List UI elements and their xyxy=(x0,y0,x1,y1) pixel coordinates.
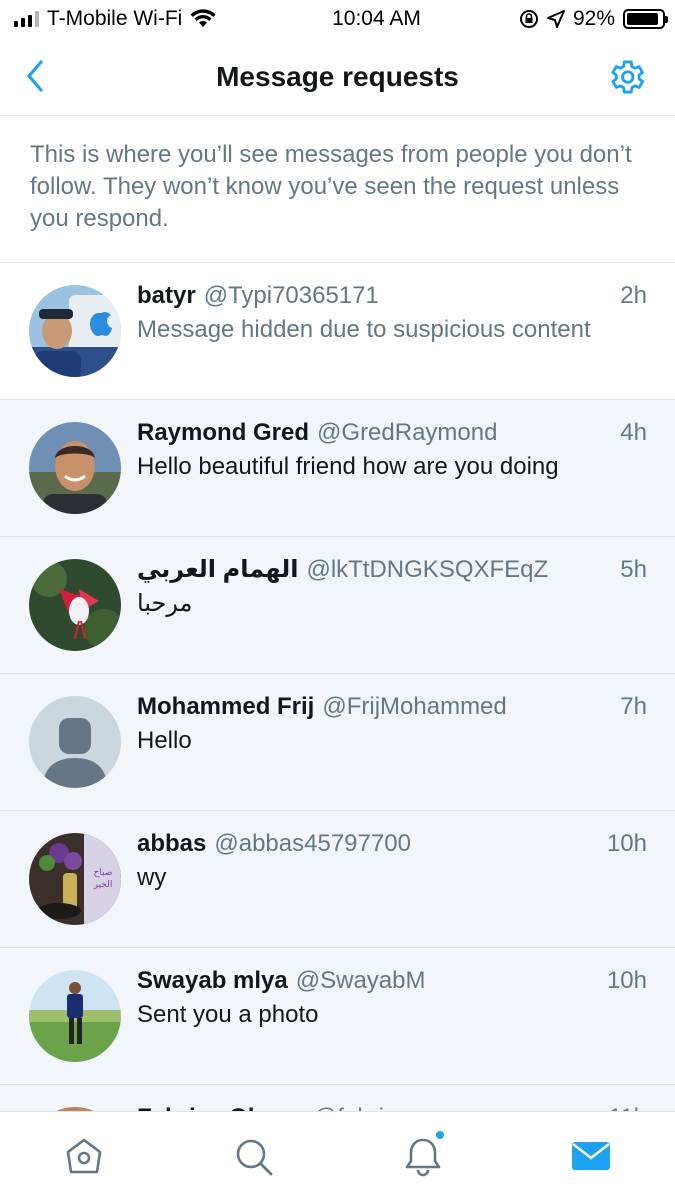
tab-messages[interactable] xyxy=(569,1134,613,1178)
message-preview: Hello xyxy=(137,727,192,754)
messages-icon xyxy=(572,1142,610,1170)
avatar xyxy=(29,696,121,788)
default-profile-icon xyxy=(29,696,121,788)
svg-text:صباح: صباح xyxy=(94,867,113,877)
message-preview: Message hidden due to suspicious content xyxy=(137,316,591,343)
sender-handle: @lkTtDNGKSQXFEqZ xyxy=(306,556,549,583)
battery-icon xyxy=(623,9,668,29)
message-preview: Sent you a photo xyxy=(137,1001,319,1028)
list-item[interactable]: الهمام العربي @lkTtDNGKSQXFEqZ 5h مرحبا xyxy=(0,537,675,674)
svg-text:الخير: الخير xyxy=(93,879,113,889)
tab-notifications[interactable] xyxy=(401,1130,445,1178)
location-arrow-icon xyxy=(546,10,565,28)
status-bar: T-Mobile Wi-Fi 10:04 AM 92% xyxy=(0,0,675,38)
sender-name: batyr xyxy=(137,282,196,309)
tab-bar xyxy=(0,1111,675,1200)
carrier-label: T-Mobile Wi-Fi xyxy=(47,7,183,30)
tab-search[interactable] xyxy=(231,1134,275,1178)
notification-badge xyxy=(435,1130,445,1140)
timestamp: 10h xyxy=(606,830,647,857)
timestamp: 2h xyxy=(620,282,647,309)
page-title: Message requests xyxy=(216,60,459,92)
list-item[interactable]: Swayab mlya @SwayabM 10h Sent you a phot… xyxy=(0,948,675,1085)
sender-handle: @SwayabM xyxy=(295,967,426,994)
message-preview: wy xyxy=(137,864,167,891)
navigation-header: Message requests xyxy=(0,38,675,116)
sender-name: Mohammed Frij xyxy=(137,693,315,720)
message-preview: Hello beautiful friend how are you doing xyxy=(137,453,559,480)
message-preview: مرحبا xyxy=(137,590,193,617)
sender-name: Raymond Gred xyxy=(137,419,310,446)
gear-icon xyxy=(611,60,645,94)
avatar xyxy=(29,422,121,514)
timestamp: 5h xyxy=(620,556,647,583)
list-item[interactable]: صباح الخير abbas @abbas45797700 10h wy xyxy=(0,811,675,948)
wifi-icon xyxy=(190,9,216,27)
notifications-icon xyxy=(405,1138,441,1177)
battery-percent: 92% xyxy=(572,7,615,30)
avatar xyxy=(29,285,121,377)
sender-handle: @GredRaymond xyxy=(317,419,498,446)
list-item[interactable]: Mohammed Frij @FrijMohammed 7h Hello xyxy=(0,674,675,811)
sender-handle: @Typi70365171 xyxy=(203,282,379,309)
sender-name: Swayab mlya xyxy=(137,967,288,994)
clock: 10:04 AM xyxy=(332,7,421,30)
sender-handle: @FrijMohammed xyxy=(322,693,507,720)
message-requests-list: batyr @Typi70365171 2h Message hidden du… xyxy=(0,263,675,1200)
message-requests-info: This is where you’ll see messages from p… xyxy=(0,117,675,263)
list-item[interactable]: batyr @Typi70365171 2h Message hidden du… xyxy=(0,263,675,400)
list-item[interactable]: Raymond Gred @GredRaymond 4h Hello beaut… xyxy=(0,400,675,537)
tab-home[interactable] xyxy=(62,1134,106,1178)
orientation-lock-icon xyxy=(519,10,538,28)
sender-handle: @abbas45797700 xyxy=(214,830,411,857)
chevron-left-icon xyxy=(27,60,43,92)
sender-name: abbas xyxy=(137,830,207,857)
back-button[interactable] xyxy=(20,58,50,94)
sender-name: الهمام العربي xyxy=(137,556,299,583)
avatar: صباح الخير xyxy=(29,833,121,925)
timestamp: 7h xyxy=(620,693,647,720)
avatar xyxy=(29,970,121,1062)
search-icon xyxy=(236,1139,273,1176)
timestamp: 10h xyxy=(606,967,647,994)
avatar xyxy=(29,559,121,651)
home-icon xyxy=(66,1138,102,1174)
timestamp: 4h xyxy=(620,419,647,446)
signal-strength-icon xyxy=(14,11,39,27)
settings-button[interactable] xyxy=(605,56,647,98)
